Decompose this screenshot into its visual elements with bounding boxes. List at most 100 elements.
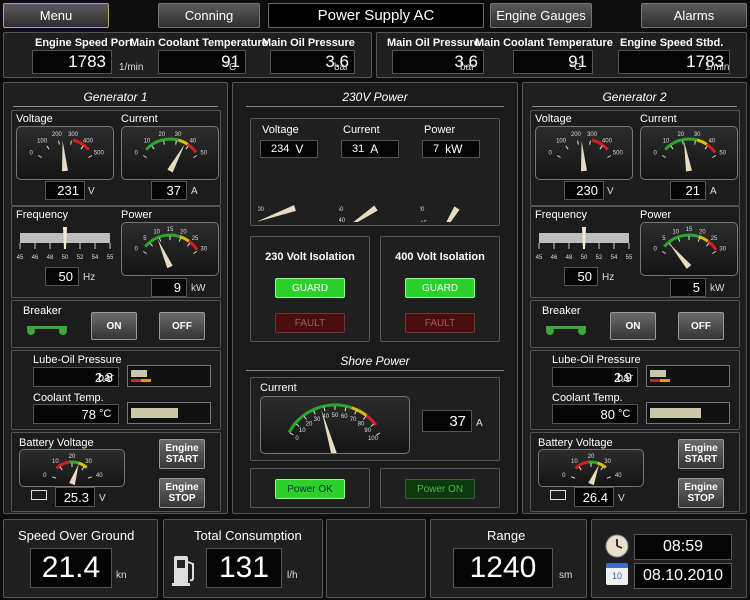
engine-stop-button[interactable]: Engine STOP <box>159 478 205 508</box>
battery-tick-label: 10 <box>571 459 578 465</box>
voltage-tick-label: 500 <box>94 151 105 157</box>
battery-voltage-label: Battery Voltage <box>538 437 613 449</box>
current-gauge: 0 10 20 30 40 50 <box>121 126 219 180</box>
shore-tick-label: 30 <box>314 417 321 423</box>
lube-oil-bar <box>646 365 730 387</box>
alarms-button[interactable]: Alarms <box>641 3 747 28</box>
sog-value: 21.4 <box>30 548 112 588</box>
breaker-off-button[interactable]: OFF <box>159 312 205 340</box>
voltage-tick-label: 0 <box>549 151 553 157</box>
power-gauge: 0 5 10 15 20 25 30 <box>121 222 219 276</box>
voltage-needle <box>62 140 68 172</box>
battery-voltage-label: Battery Voltage <box>19 437 94 449</box>
voltage-unit: V <box>88 186 95 197</box>
shore-tick-label: 90 <box>364 428 371 434</box>
power-dial: 05 10 15 20 2530 <box>135 227 208 269</box>
current-tick-label: 30 <box>175 132 182 138</box>
battery-tick-label: 30 <box>85 459 92 465</box>
frequency-tick-label: 54 <box>92 255 99 261</box>
frequency-tick-label: 52 <box>77 255 84 261</box>
shore-tick-label: 100 <box>368 436 379 442</box>
current-tick-label: 40 <box>709 138 716 144</box>
breaker-on-button[interactable]: ON <box>610 312 656 340</box>
shore-tick-label: 60 <box>341 414 348 420</box>
sog-label: Speed Over Ground <box>18 528 135 543</box>
battery-tick-label: 40 <box>96 473 103 479</box>
engine-start-button[interactable]: Engine START <box>678 439 724 469</box>
engine-start-button[interactable]: Engine START <box>159 439 205 469</box>
battery-dial: 0 10 20 30 40 <box>562 454 622 486</box>
battery-tick-label: 30 <box>604 459 611 465</box>
breaker-icon <box>544 320 590 341</box>
frequency-tick-label: 45 <box>536 255 543 261</box>
frequency-unit: Hz <box>83 272 96 283</box>
coolant-unit: °C <box>618 408 631 420</box>
header-left-label-1: Main Coolant Temperature <box>130 37 268 49</box>
current-needle <box>167 144 185 173</box>
breaker-icon <box>25 320 71 341</box>
voltage-tick-label: 100 <box>556 138 567 144</box>
header-left-label-2: Main Oil Pressure <box>262 37 355 49</box>
voltage-label: Voltage <box>535 113 572 125</box>
generator-2-title: Generator 2 <box>602 90 667 104</box>
coolant-unit: °C <box>99 408 112 420</box>
frequency-tick-label: 55 <box>626 255 633 261</box>
p230-current-tick-label: 40 <box>339 218 346 222</box>
time-display: 08:59 <box>634 534 732 560</box>
power-tick-label: 30 <box>719 247 726 253</box>
voltage-tick-label: 100 <box>37 138 48 144</box>
voltage-gauge: 0 100 200 300 400 500 <box>16 126 114 180</box>
coolant-bar <box>646 402 730 424</box>
voltage-unit: V <box>607 186 614 197</box>
power-needle <box>157 239 173 269</box>
power-unit: kW <box>191 283 206 294</box>
battery-tick-label: 40 <box>615 473 622 479</box>
power-value: 5 <box>670 278 706 297</box>
frequency-tick-label: 50 <box>62 255 69 261</box>
power-tick-label: 25 <box>711 236 718 242</box>
battery-dial: 0 10 20 30 40 <box>43 454 103 485</box>
voltage-needle <box>581 140 587 172</box>
power-tick-label: 20 <box>699 229 706 235</box>
current-dial: 0 10 20 30 40 50 <box>135 132 208 173</box>
coolant-bar <box>127 402 211 424</box>
current-unit: A <box>710 186 717 197</box>
power-tick-label: 30 <box>200 247 207 253</box>
p230-power-tick-label: 15 <box>420 221 427 222</box>
power-tick-label: 0 <box>135 247 139 253</box>
shore-current-label: Current <box>260 382 297 394</box>
header-left-value-0: 1783 <box>32 50 112 74</box>
battery-tick-label: 0 <box>562 473 566 479</box>
header-right-label-0: Main Oil Pressure <box>387 37 480 49</box>
conning-button[interactable]: Conning <box>158 3 260 28</box>
coolant-label: Coolant Temp. <box>33 392 104 404</box>
power-tick-label: 10 <box>153 229 160 235</box>
breaker-label: Breaker <box>23 305 62 317</box>
header-right-unit-2: 1/min <box>705 62 730 73</box>
power-tick-label: 15 <box>167 227 174 233</box>
current-label: Current <box>121 113 158 125</box>
power230-title: 230V Power <box>342 90 408 104</box>
breaker-off-button[interactable]: OFF <box>678 312 724 340</box>
current-tick-label: 50 <box>200 151 207 157</box>
p230-power-tick-label: 20 <box>420 207 425 213</box>
engine-gauges-button[interactable]: Engine Gauges <box>490 3 592 28</box>
engine-stop-button[interactable]: Engine STOP <box>678 478 724 508</box>
power-tick-label: 25 <box>192 236 199 242</box>
frequency-tick-label: 54 <box>611 255 618 261</box>
shore-power-title: Shore Power <box>340 354 410 368</box>
frequency-unit: Hz <box>602 272 615 283</box>
header-left-unit-1: °C <box>225 62 237 73</box>
battery-tick-label: 20 <box>69 454 76 460</box>
power-tick-label: 15 <box>686 227 693 233</box>
breaker-on-button[interactable]: ON <box>91 312 137 340</box>
shore-tick-label: 70 <box>350 417 357 423</box>
power-tick-label: 0 <box>654 247 658 253</box>
menu-button[interactable]: Menu <box>3 3 109 28</box>
header-left-unit-0: 1/min <box>119 62 144 73</box>
shore-tick-label: 50 <box>332 413 339 419</box>
p230-voltage-label: Voltage <box>262 124 299 136</box>
p230-voltage-gauge: 0100200300 <box>252 158 332 251</box>
current-tick-label: 40 <box>190 138 197 144</box>
shore-tick-label: 0 <box>295 436 299 442</box>
